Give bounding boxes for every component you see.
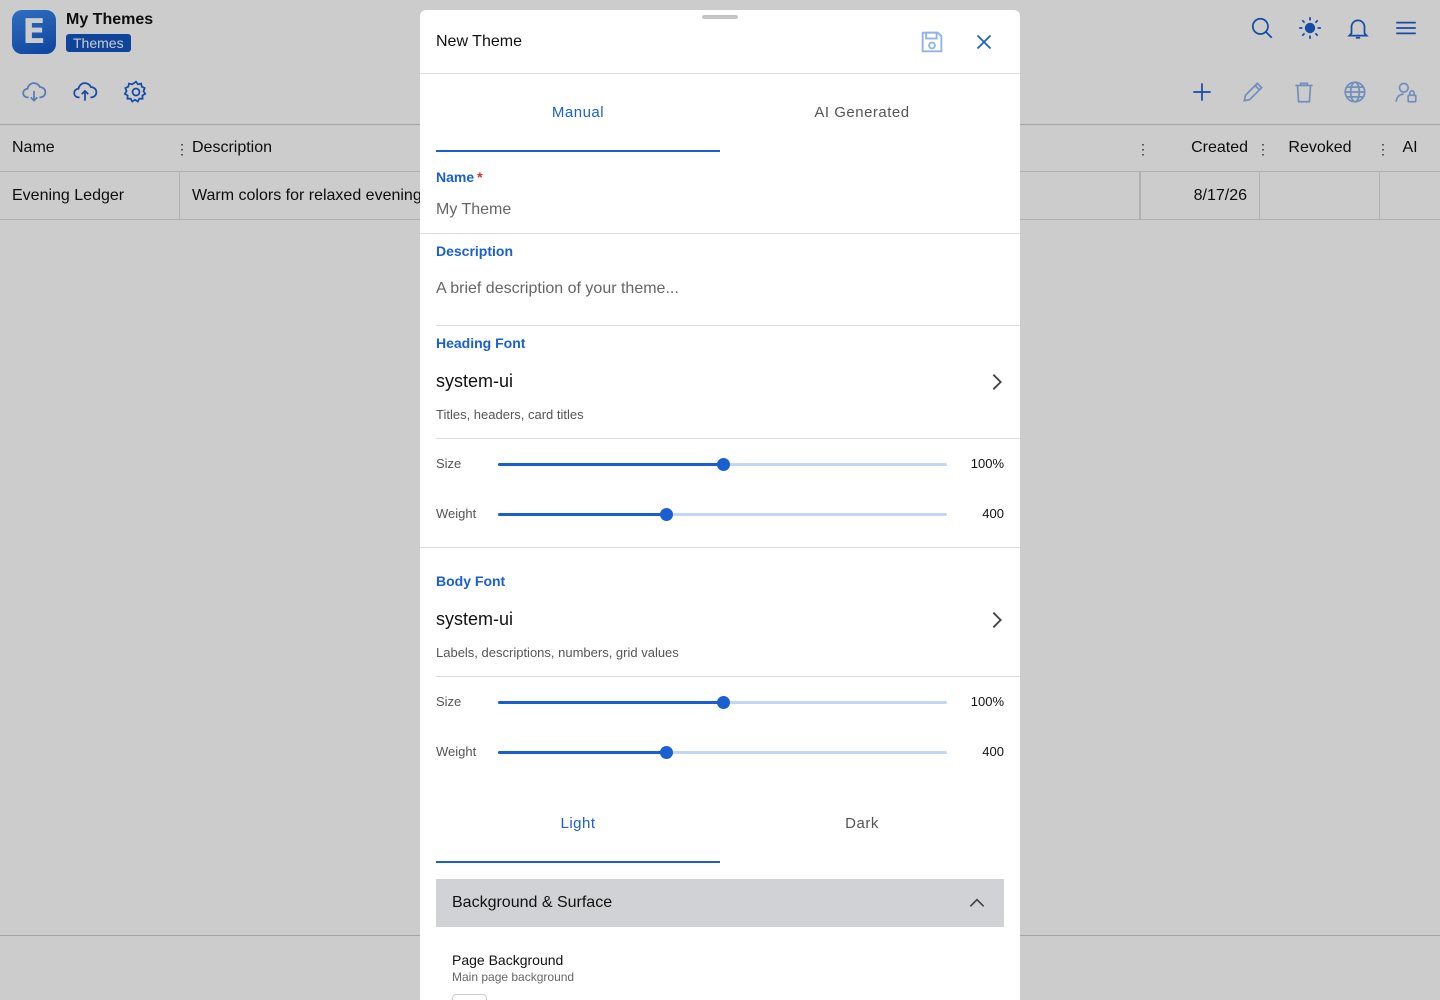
heading-weight-slider[interactable]: Weight 400 [436, 504, 1004, 524]
dialog-header: New Theme [420, 10, 1020, 74]
slider-fill [498, 513, 667, 516]
body-font-label: Body Font [436, 573, 506, 589]
chevron-right-icon[interactable] [986, 609, 1008, 631]
heading-font-hint: Titles, headers, card titles [436, 407, 584, 422]
tab-dark[interactable]: Dark [720, 785, 1004, 863]
close-icon[interactable] [971, 29, 997, 55]
body-font-value[interactable]: system-ui [436, 609, 513, 630]
dialog-title: New Theme [436, 33, 522, 50]
slider-label: Size [436, 694, 462, 709]
slider-fill [498, 701, 723, 704]
slider-value: 400 [982, 506, 1004, 521]
save-icon[interactable] [918, 28, 946, 56]
slider-label: Weight [436, 506, 477, 521]
chevron-right-icon[interactable] [986, 371, 1008, 393]
divider [436, 325, 1020, 326]
divider [420, 547, 1020, 548]
tab-light[interactable]: Light [436, 785, 720, 863]
drag-handle[interactable] [702, 15, 738, 19]
slider-label: Weight [436, 744, 477, 759]
body-font-hint: Labels, descriptions, numbers, grid valu… [436, 645, 679, 660]
body-weight-slider[interactable]: Weight 400 [436, 742, 1004, 762]
description-input[interactable] [436, 280, 1020, 298]
chevron-up-icon[interactable] [966, 893, 988, 913]
background-surface-section-header[interactable]: Background & Surface [436, 879, 1004, 927]
tab-manual[interactable]: Manual [436, 74, 720, 152]
slider-track[interactable] [498, 696, 947, 709]
slider-value: 100% [970, 456, 1004, 471]
section-title: Background & Surface [452, 894, 613, 911]
slider-thumb[interactable] [716, 458, 730, 471]
slider-fill [498, 463, 723, 466]
page-background-description: Main page background [452, 970, 575, 984]
slider-track[interactable] [498, 746, 947, 759]
new-theme-dialog: New Theme Manual AI Generated Name* Desc… [420, 10, 1020, 1000]
heading-font-value[interactable]: system-ui [436, 371, 513, 392]
description-label: Description [436, 243, 514, 259]
divider [420, 233, 1020, 234]
body-size-slider[interactable]: Size 100% [436, 692, 1004, 712]
slider-label: Size [436, 456, 462, 471]
slider-value: 100% [970, 694, 1004, 709]
slider-thumb[interactable] [660, 746, 674, 759]
heading-size-slider[interactable]: Size 100% [436, 454, 1004, 474]
required-mark: * [477, 169, 483, 185]
color-mode-tab-bar: Light Dark [436, 785, 1004, 863]
divider [436, 676, 1020, 677]
slider-thumb[interactable] [716, 696, 730, 709]
mode-tab-bar: Manual AI Generated [436, 74, 1004, 152]
tab-ai-generated[interactable]: AI Generated [720, 74, 1004, 152]
slider-track[interactable] [498, 508, 947, 521]
slider-value: 400 [982, 744, 1004, 759]
name-label: Name * [436, 169, 483, 185]
heading-font-label: Heading Font [436, 335, 526, 351]
page-background-title: Page Background [452, 952, 564, 968]
slider-fill [498, 751, 667, 754]
slider-thumb[interactable] [660, 508, 674, 521]
page-background-swatch[interactable] [452, 994, 487, 1000]
divider [436, 438, 1020, 439]
slider-track[interactable] [498, 458, 947, 471]
name-input[interactable] [436, 201, 1020, 219]
